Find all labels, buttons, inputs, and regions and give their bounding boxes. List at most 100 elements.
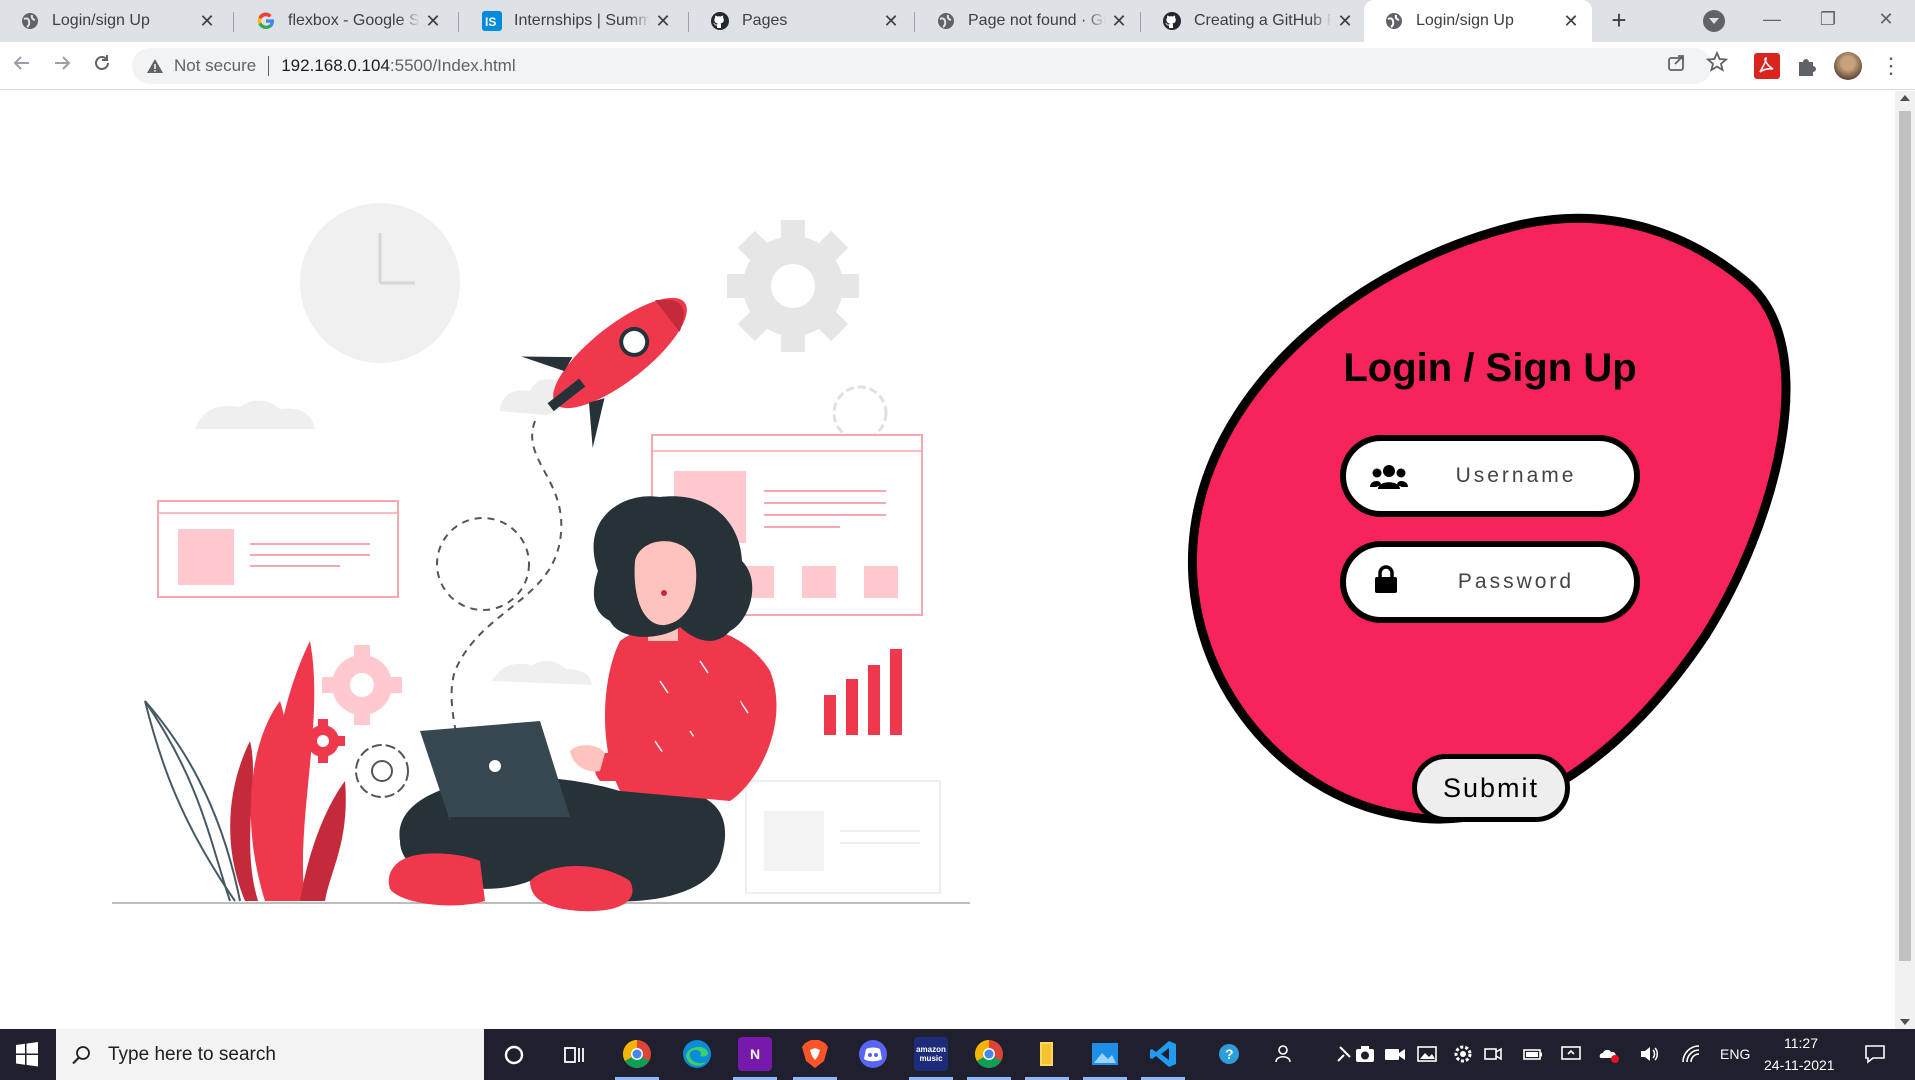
tab-title: Page not found · GitH: [968, 12, 1106, 29]
people-icon[interactable]: [1272, 1043, 1294, 1065]
github-icon: [1163, 12, 1181, 30]
chrome-icon[interactable]: [972, 1037, 1006, 1071]
google-icon: [257, 12, 274, 30]
submit-button[interactable]: Submit: [1412, 754, 1570, 822]
scroll-up-arrow-icon[interactable]: [1900, 95, 1910, 101]
security-status[interactable]: Not secure: [174, 56, 256, 76]
clock-time[interactable]: 11:27: [1784, 1035, 1818, 1051]
password-input[interactable]: [1416, 547, 1616, 617]
new-tab-button[interactable]: +: [1604, 6, 1634, 36]
battery-icon[interactable]: [1522, 1043, 1544, 1065]
meet-now-icon[interactable]: [1482, 1043, 1504, 1065]
warning-icon[interactable]: [146, 57, 164, 75]
help-icon[interactable]: ?: [1218, 1043, 1240, 1065]
start-button[interactable]: [0, 1029, 54, 1080]
discord-icon[interactable]: [856, 1037, 890, 1071]
extensions-puzzle-icon[interactable]: [1794, 53, 1820, 79]
tab-search-button[interactable]: [1703, 10, 1725, 32]
tab-flexbox-google[interactable]: flexbox - Google Sear ✕: [236, 0, 454, 42]
clock-date[interactable]: 24-11-2021: [1764, 1057, 1835, 1073]
tab-page-not-found[interactable]: Page not found · GitH ✕: [916, 0, 1140, 42]
page-content: Login / Sign Up Submit: [0, 91, 1895, 1029]
cortana-icon[interactable]: [502, 1043, 526, 1067]
taskbar-search[interactable]: Type here to search: [56, 1029, 484, 1080]
tab-separator: [914, 12, 915, 32]
clock-illustration: [300, 203, 460, 363]
users-icon: [1370, 465, 1408, 489]
forward-button[interactable]: [48, 52, 76, 80]
tab-login-signup-1[interactable]: Login/sign Up ✕: [0, 0, 228, 42]
search-icon: [72, 1045, 90, 1064]
vscode-icon[interactable]: [1146, 1037, 1180, 1071]
tab-close-icon[interactable]: ✕: [1332, 8, 1358, 34]
settings-gear-icon[interactable]: [1452, 1043, 1474, 1065]
tab-strip: Login/sign Up ✕ flexbox - Google Sear ✕ …: [0, 0, 1915, 42]
video-icon[interactable]: [1384, 1043, 1406, 1065]
tab-internships[interactable]: IS Internships | Summer ✕: [462, 0, 684, 42]
working-woman-illustration: [112, 203, 970, 912]
address-bar[interactable]: Not secure 192.168.0.104 :5500/Index.htm…: [132, 48, 1712, 84]
username-input[interactable]: [1416, 441, 1616, 511]
reload-icon: [95, 55, 109, 70]
edge-icon[interactable]: [680, 1037, 714, 1071]
tab-close-icon[interactable]: ✕: [1106, 8, 1132, 34]
task-view-icon[interactable]: [562, 1043, 586, 1067]
chrome-icon[interactable]: [620, 1037, 654, 1071]
gear-illustration: [727, 220, 859, 352]
profile-avatar[interactable]: [1834, 52, 1862, 80]
minimize-button[interactable]: —: [1752, 6, 1792, 32]
tab-close-icon[interactable]: ✕: [194, 8, 220, 34]
file-explorer-icon[interactable]: [1030, 1037, 1064, 1071]
gallery-icon[interactable]: [1416, 1043, 1438, 1065]
browser-toolbar: Not secure 192.168.0.104 :5500/Index.htm…: [0, 42, 1915, 90]
share-icon[interactable]: [1666, 51, 1688, 73]
tab-title: Login/sign Up: [1416, 12, 1514, 29]
tab-title: flexbox - Google Sear: [288, 12, 420, 29]
restore-button[interactable]: ❐: [1808, 6, 1848, 32]
acrobat-extension-icon[interactable]: [1754, 53, 1780, 79]
tab-title: Internships | Summer: [514, 12, 650, 29]
url-host[interactable]: 192.168.0.104: [281, 56, 390, 76]
svg-text:?: ?: [1225, 1046, 1234, 1062]
language-indicator[interactable]: ENG: [1720, 1046, 1750, 1062]
svg-text:IS: IS: [485, 15, 496, 29]
page-scrollbar[interactable]: [1895, 91, 1915, 1029]
tab-close-icon[interactable]: ✕: [420, 8, 446, 34]
tab-title: Login/sign Up: [52, 12, 150, 29]
back-button[interactable]: [8, 52, 36, 80]
globe-icon: [22, 13, 38, 29]
wifi-icon[interactable]: [1680, 1043, 1702, 1065]
arrow-right-icon: [55, 56, 71, 70]
tab-close-icon[interactable]: ✕: [1558, 8, 1584, 34]
rocket-illustration: [521, 297, 687, 448]
tab-close-icon[interactable]: ✕: [650, 8, 676, 34]
bookmark-star-icon[interactable]: [1706, 51, 1728, 73]
tab-close-icon[interactable]: ✕: [878, 8, 904, 34]
tab-creating-github-pages[interactable]: Creating a GitHub Pag ✕: [1142, 0, 1366, 42]
onenote-icon[interactable]: N: [738, 1037, 772, 1071]
camera-icon[interactable]: [1354, 1043, 1376, 1065]
pin-icon[interactable]: [1334, 1043, 1356, 1065]
brave-icon[interactable]: [798, 1037, 832, 1071]
onedrive-error-icon[interactable]: [1598, 1043, 1620, 1065]
browser-menu-button[interactable]: ⋮: [1880, 52, 1902, 80]
scrollbar-thumb[interactable]: [1899, 111, 1911, 961]
search-placeholder: Type here to search: [108, 1043, 276, 1065]
volume-icon[interactable]: [1638, 1043, 1660, 1065]
photos-icon[interactable]: [1088, 1037, 1122, 1071]
username-field-wrapper[interactable]: [1340, 435, 1640, 517]
gear-illustration: [322, 645, 402, 725]
reload-button[interactable]: [88, 52, 116, 80]
plant-illustration: [144, 641, 346, 902]
password-field-wrapper[interactable]: [1340, 541, 1640, 623]
close-window-button[interactable]: ✕: [1866, 6, 1906, 32]
tab-login-signup-active[interactable]: Login/sign Up ✕: [1364, 0, 1592, 42]
scroll-down-arrow-icon[interactable]: [1900, 1019, 1910, 1025]
tab-pages[interactable]: Pages ✕: [690, 0, 912, 42]
url-path[interactable]: :5500/Index.html: [390, 56, 516, 76]
amazon-music-icon[interactable]: amazon music: [914, 1037, 948, 1071]
display-icon[interactable]: [1560, 1043, 1582, 1065]
globe-icon: [938, 13, 954, 29]
browser-window-illustration: [157, 500, 399, 598]
notifications-icon[interactable]: [1864, 1043, 1886, 1065]
